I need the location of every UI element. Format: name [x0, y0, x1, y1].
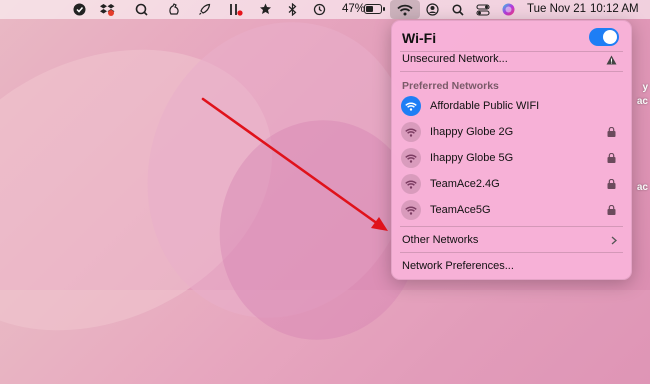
annotation-arrow [201, 97, 388, 231]
